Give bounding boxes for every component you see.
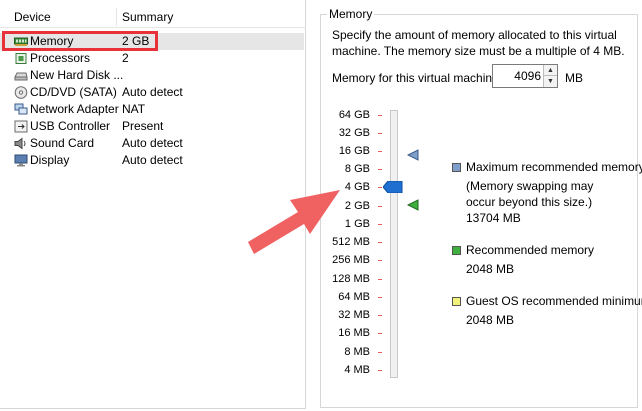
usb-controller-icon: [14, 120, 28, 133]
chevron-down-icon: ▼: [547, 78, 554, 85]
device-name: Sound Card: [30, 136, 95, 150]
recommended-value: 2048 MB: [466, 262, 515, 276]
device-summary: Present: [122, 119, 164, 133]
guest-os-minimum-swatch: [452, 297, 461, 306]
device-name: New Hard Disk ...: [30, 68, 124, 82]
memory-group-title: Memory: [327, 7, 375, 21]
scale-tick-mark: [378, 279, 382, 280]
column-separator[interactable]: [116, 8, 117, 26]
max-recommended-value: 13704 MB: [466, 211, 521, 225]
scale-tick-label: 16 GB: [338, 145, 370, 157]
device-row-display[interactable]: Display Auto detect: [0, 152, 304, 169]
device-name: USB Controller: [30, 119, 111, 133]
memory-slider-track[interactable]: [390, 110, 398, 378]
guest-os-minimum-value: 2048 MB: [466, 313, 515, 327]
scale-tick-mark: [378, 352, 382, 353]
device-list-header: Device Summary: [0, 8, 306, 26]
memory-input-label: Memory for this virtual machine:: [332, 71, 503, 85]
memory-unit-label: MB: [565, 71, 583, 85]
spin-up-button[interactable]: ▲: [543, 65, 557, 76]
device-row-cd-dvd[interactable]: CD/DVD (SATA) Auto detect: [0, 84, 304, 101]
column-header-summary[interactable]: Summary: [122, 8, 173, 26]
scale-tick-label: 64 MB: [338, 291, 370, 303]
device-name: CD/DVD (SATA): [30, 85, 117, 99]
scale-tick-mark: [378, 370, 382, 371]
device-summary: Auto detect: [122, 153, 183, 167]
device-summary: 2: [122, 51, 129, 65]
recommended-swatch: [452, 246, 461, 255]
header-divider: [0, 27, 306, 28]
device-row-hard-disk[interactable]: New Hard Disk ...: [0, 67, 304, 84]
scale-tick-label: 8 MB: [344, 346, 370, 358]
guest-os-minimum-label: Guest OS recommended minimum: [466, 294, 642, 308]
chevron-up-icon: ▲: [547, 67, 554, 74]
network-adapter-icon: [14, 103, 28, 115]
max-recommended-swatch: [452, 163, 461, 172]
memory-row-highlight: [2, 31, 158, 51]
memory-description: Specify the amount of memory allocated t…: [332, 28, 625, 58]
device-row-network-adapter[interactable]: Network Adapter NAT: [0, 101, 304, 118]
recommended-label: Recommended memory: [466, 243, 595, 257]
scale-tick-label: 64 GB: [338, 109, 370, 121]
column-header-device[interactable]: Device: [14, 8, 51, 26]
max-recommended-marker: [407, 149, 419, 161]
recommended-marker: [407, 199, 419, 211]
hard-disk-icon: [14, 72, 28, 81]
device-summary: Auto detect: [122, 85, 183, 99]
scale-tick-mark: [378, 133, 382, 134]
scale-tick-label: 32 MB: [338, 309, 370, 321]
device-name: Display: [30, 153, 70, 167]
scale-tick-label: 16 MB: [338, 327, 370, 339]
scale-tick-label: 32 GB: [338, 127, 370, 139]
device-summary: NAT: [122, 102, 146, 116]
spin-down-button[interactable]: ▼: [543, 76, 557, 87]
scale-tick-label: 4 MB: [344, 364, 370, 376]
device-name: Processors: [30, 51, 91, 65]
scale-tick-mark: [378, 151, 382, 152]
device-row-usb-controller[interactable]: USB Controller Present: [0, 118, 304, 135]
device-row-processors[interactable]: Processors 2: [0, 50, 304, 67]
device-summary: Auto detect: [122, 136, 183, 150]
sound-card-icon: [14, 137, 26, 150]
scale-tick-mark: [378, 297, 382, 298]
processor-icon: [15, 53, 27, 64]
scale-tick-mark: [378, 115, 382, 116]
scale-tick-mark: [378, 333, 382, 334]
max-recommended-note: (Memory swapping may occur beyond this s…: [466, 179, 594, 209]
scale-tick-mark: [378, 315, 382, 316]
scale-tick-label: 128 MB: [332, 273, 370, 285]
max-recommended-label: Maximum recommended memory: [466, 160, 642, 174]
display-icon: [14, 154, 28, 167]
device-row-sound-card[interactable]: Sound Card Auto detect: [0, 135, 304, 152]
scale-tick-mark: [378, 260, 382, 261]
cd-dvd-icon: [14, 86, 28, 99]
callout-arrow-icon: [248, 190, 340, 254]
device-name: Network Adapter: [30, 102, 119, 116]
memory-size-input[interactable]: [495, 67, 541, 85]
memory-size-stepper[interactable]: ▲ ▼: [492, 64, 558, 88]
